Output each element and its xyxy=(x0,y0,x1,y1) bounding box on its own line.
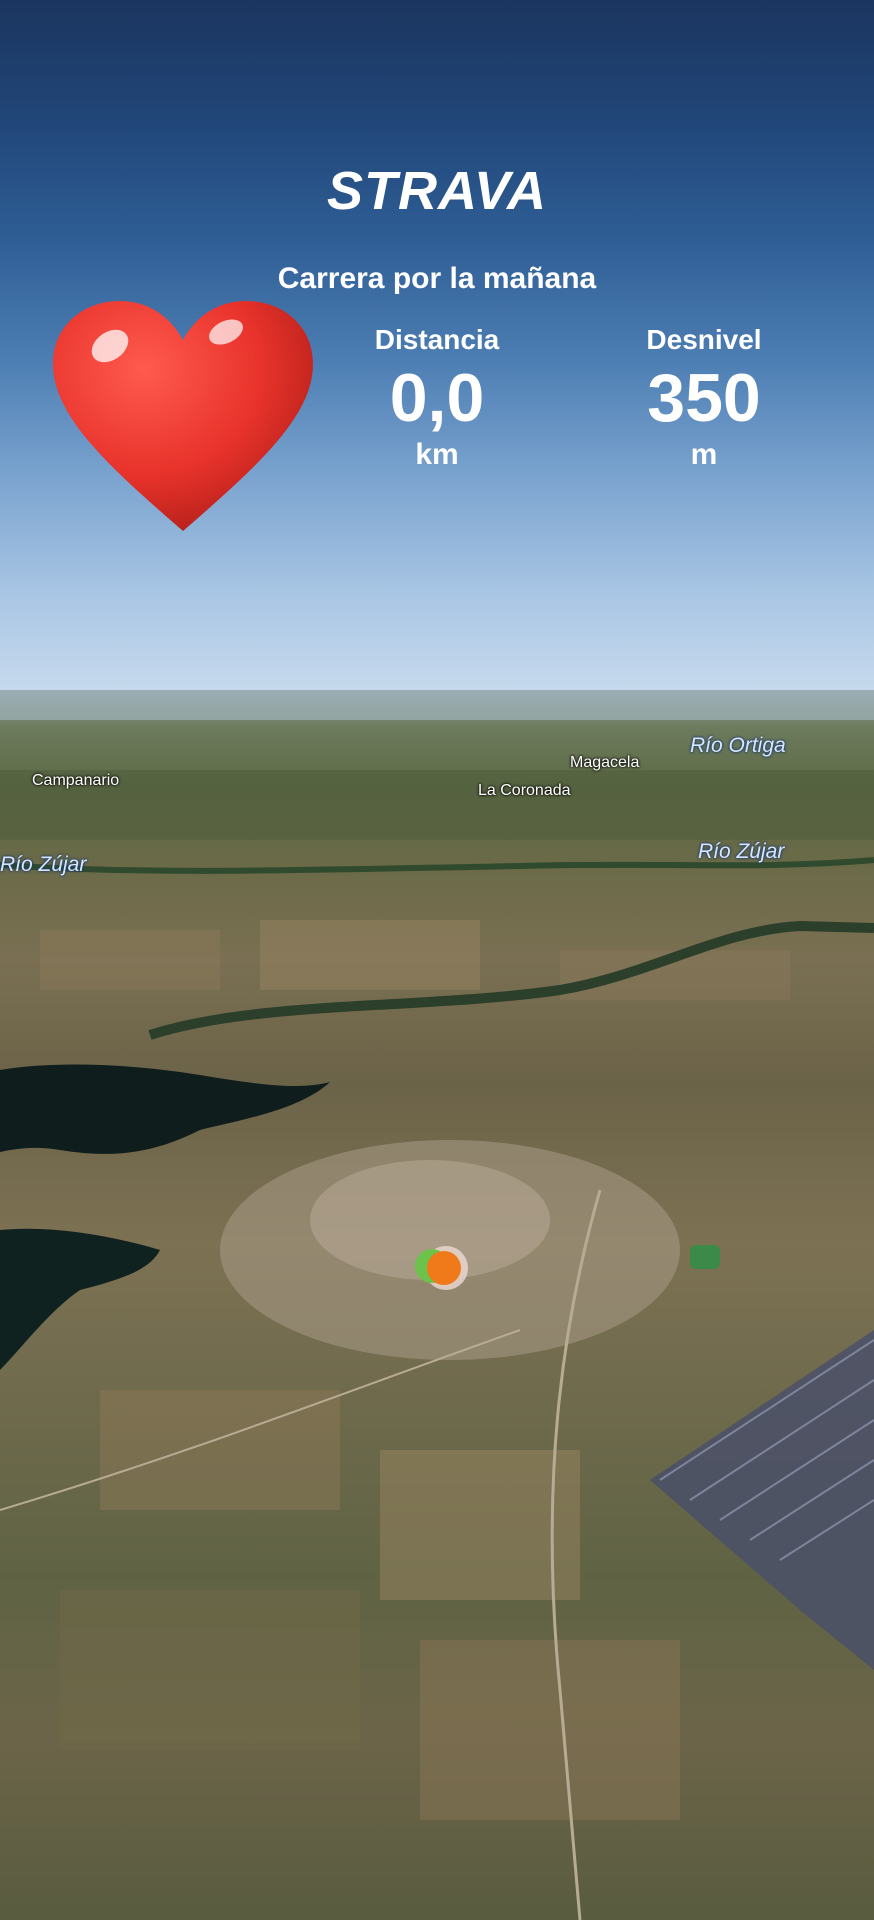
strava-flyover-screen: STRAVA Carrera por la mañana Distancia 0… xyxy=(0,0,874,1920)
river-label-zujar-right: Río Zújar xyxy=(698,840,785,863)
position-marker-icon[interactable] xyxy=(412,1242,470,1292)
satellite-terrain-map[interactable] xyxy=(0,690,874,1920)
stat-distance-unit: km xyxy=(415,438,459,471)
river-label-zujar-left: Río Zújar xyxy=(0,853,87,876)
place-label-la-coronada: La Coronada xyxy=(478,782,571,799)
stat-elevation-value: 350 xyxy=(647,360,761,436)
place-label-campanario: Campanario xyxy=(32,772,120,789)
heart-icon[interactable] xyxy=(48,296,318,536)
stat-elevation-label: Desnivel xyxy=(646,324,762,355)
stat-distance-label: Distancia xyxy=(374,324,500,355)
stat-elevation: Desnivel 350 m xyxy=(594,324,814,472)
strava-logo: STRAVA xyxy=(327,161,547,221)
river-label-ortiga: Río Ortiga xyxy=(690,734,786,757)
activity-title: Carrera por la mañana xyxy=(277,262,597,295)
stat-distance-value: 0,0 xyxy=(389,360,485,436)
stat-distance: Distancia 0,0 km xyxy=(327,324,547,472)
place-label-magacela: Magacela xyxy=(570,754,640,771)
stat-elevation-unit: m xyxy=(690,438,718,471)
terrain-features xyxy=(0,690,874,1920)
